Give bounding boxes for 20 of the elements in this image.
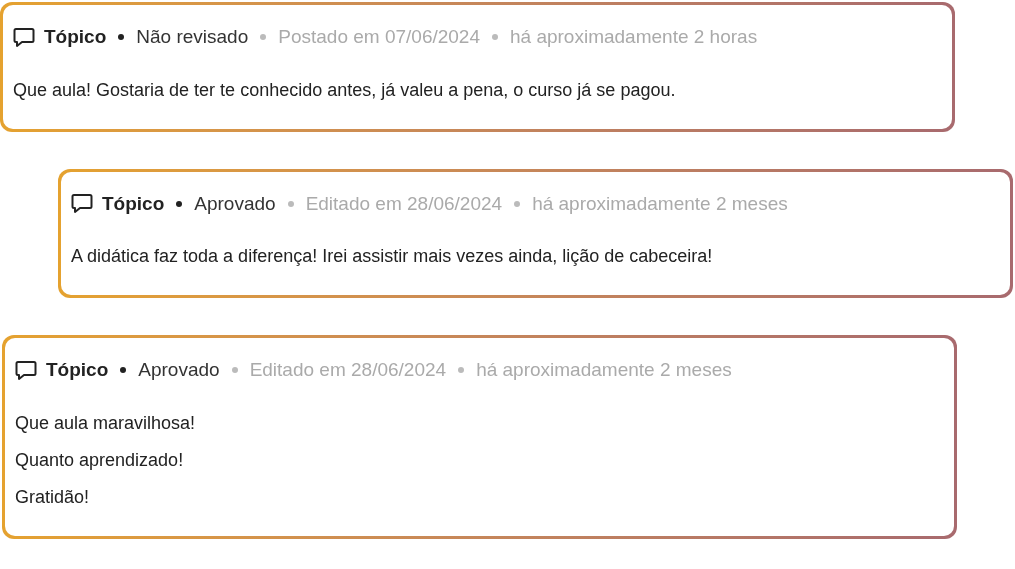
status-label: Aprovado — [138, 358, 220, 382]
comment-text: Quanto aprendizado! — [15, 448, 185, 472]
date-label: Postado em 07/06/2024 — [278, 25, 480, 49]
topic-label: Tópico — [102, 191, 165, 216]
comment-text: Que aula! Gostaria de ter te conhecido antes, já valeu a pena, o curso já se pagou. — [13, 78, 677, 102]
comment-icon — [71, 193, 93, 215]
date-label: Editado em 28/06/2024 — [305, 191, 503, 216]
relative-time: há aproximadamente 2 meses — [476, 358, 732, 382]
comment-text: Gratidão! — [15, 485, 91, 509]
relative-time: há aproximadamente 2 horas — [510, 25, 758, 49]
status-label: Aprovado — [194, 191, 276, 216]
comment-icon — [13, 26, 35, 48]
comment-text: Que aula maravilhosa! — [15, 411, 197, 435]
date-label: Editado em 28/06/2024 — [249, 358, 447, 382]
comment-icon — [15, 359, 37, 381]
topic-label: Tópico — [46, 358, 109, 382]
comment-text: A didática faz toda a diferença! Irei assistir mais vezes ainda, lição de cabeceira! — [71, 245, 714, 268]
status-label: Não revisado — [136, 25, 249, 49]
relative-time: há aproximadamente 2 meses — [532, 191, 788, 216]
topic-label: Tópico — [44, 25, 107, 49]
